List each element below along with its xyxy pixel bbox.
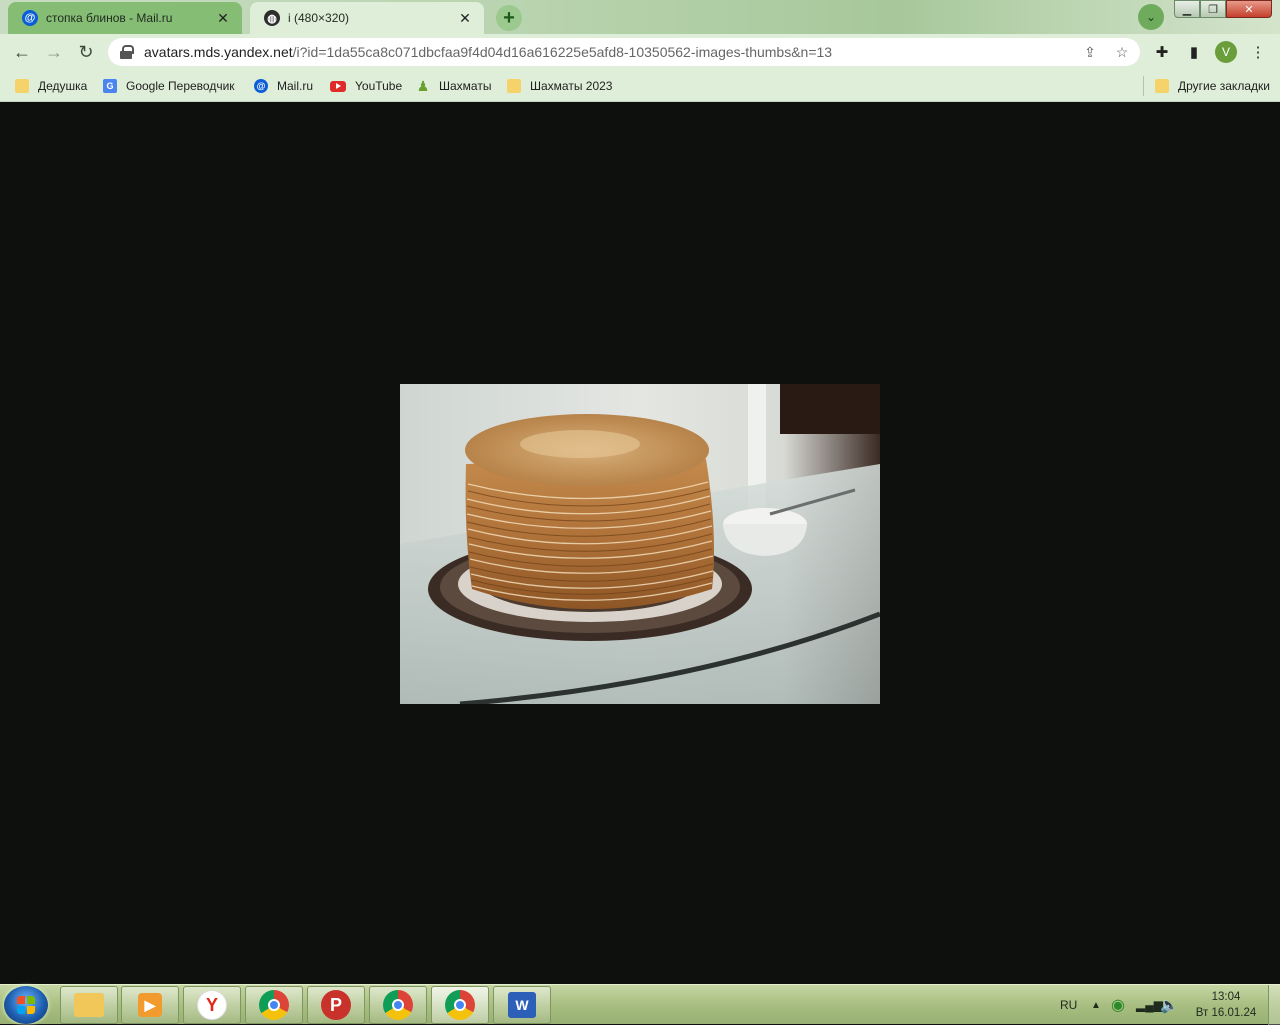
bookmark-label: YouTube (355, 79, 403, 93)
close-tab-icon[interactable]: ✕ (214, 9, 232, 27)
media-player-icon: ▶ (138, 993, 162, 1017)
minimize-button[interactable]: ▁ (1174, 0, 1200, 18)
yandex-browser-icon: Y (197, 990, 227, 1020)
browser-toolbar: ← → ↻ avatars.mds.yandex.net/i?id=1da55c… (0, 34, 1280, 70)
url-host: avatars.mds.yandex.net (144, 44, 293, 60)
windows-taskbar: ▶ Y P W RU ▲ ◉ ▂▄▆ 🔈 13:04 Вт 16.01.24 (0, 984, 1280, 1025)
reload-button[interactable]: ↻ (74, 40, 98, 64)
chrome-profile-icon (383, 990, 413, 1020)
bookmark-label: Дедушка (38, 79, 88, 93)
tab-search-button[interactable]: ⌄ (1138, 4, 1164, 30)
pancake-photo-illustration (400, 384, 880, 704)
bookmark-youtube[interactable]: YouTube (330, 76, 402, 96)
share-icon[interactable]: ⇪ (1080, 42, 1100, 62)
lock-icon[interactable] (120, 45, 134, 59)
folder-icon (1155, 79, 1169, 93)
page-viewport (0, 103, 1280, 984)
bookmark-folder-chess-2023[interactable]: Шахматы 2023 (507, 76, 612, 96)
bookmarks-separator (1143, 76, 1144, 96)
new-tab-button[interactable]: + (496, 5, 522, 31)
bookmark-folder-dedushka[interactable]: Дедушка (15, 76, 87, 96)
restore-button[interactable]: ❐ (1200, 0, 1226, 18)
bookmark-other-bookmarks[interactable]: Другие закладки (1155, 76, 1270, 96)
bookmark-google-translate[interactable]: G Google Переводчик (103, 76, 235, 96)
start-button[interactable] (4, 986, 48, 1024)
pancake-image[interactable] (400, 384, 880, 704)
bookmark-star-icon[interactable]: ☆ (1112, 42, 1132, 62)
bookmark-label: Шахматы (439, 79, 492, 93)
taskbar-yandex-browser[interactable]: Y (183, 986, 241, 1024)
tray-app-icon[interactable]: ◉ (1111, 985, 1125, 1025)
mailru-icon: @ (22, 10, 38, 26)
window-controls: ▁ ❐ ✕ (1174, 0, 1272, 18)
bookmark-label: Mail.ru (277, 79, 314, 93)
tab-title: стопка блинов - Mail.ru (46, 11, 173, 25)
close-window-button[interactable]: ✕ (1226, 0, 1272, 18)
tab-image[interactable]: ◍ i (480×320) ✕ (250, 2, 484, 34)
network-signal-icon[interactable]: ▂▄▆ (1136, 985, 1163, 1025)
bookmark-mailru[interactable]: @ Mail.ru (254, 76, 313, 96)
p-app-icon: P (321, 990, 351, 1020)
close-tab-icon[interactable]: ✕ (456, 9, 474, 27)
taskbar-p-app[interactable]: P (307, 986, 365, 1024)
folder-icon (15, 79, 29, 93)
tab-strip: @ стопка блинов - Mail.ru ✕ ◍ i (480×320… (0, 0, 1280, 34)
chess-pawn-icon: ♟ (416, 77, 430, 94)
back-button[interactable]: ← (10, 40, 34, 64)
explorer-icon (74, 993, 104, 1017)
chrome-icon (259, 990, 289, 1020)
taskbar-chrome-active[interactable] (431, 986, 489, 1024)
language-indicator[interactable]: RU (1060, 985, 1077, 1025)
word-icon: W (508, 992, 536, 1018)
taskbar-word[interactable]: W (493, 986, 551, 1024)
side-panel-icon[interactable]: ▮ (1183, 41, 1205, 63)
system-clock[interactable]: 13:04 Вт 16.01.24 (1190, 989, 1262, 1021)
forward-button[interactable]: → (42, 40, 66, 64)
bookmark-label: Шахматы 2023 (530, 79, 613, 93)
google-translate-icon: G (103, 79, 117, 93)
chrome-profile-v-icon (445, 990, 475, 1020)
globe-icon: ◍ (264, 10, 280, 26)
youtube-icon (330, 80, 346, 92)
folder-icon (507, 79, 521, 93)
mailru-icon: @ (254, 79, 268, 93)
bookmark-chess[interactable]: ♟ Шахматы (416, 76, 492, 96)
menu-icon[interactable]: ⋮ (1247, 41, 1269, 63)
tab-title: i (480×320) (288, 11, 350, 25)
profile-avatar[interactable]: V (1215, 41, 1237, 63)
taskbar-explorer[interactable] (60, 986, 118, 1024)
show-desktop-button[interactable] (1268, 985, 1280, 1025)
bookmarks-bar: Дедушка G Google Переводчик @ Mail.ru Yo… (0, 70, 1280, 102)
taskbar-chrome-profile[interactable] (369, 986, 427, 1024)
windows-logo-icon (17, 996, 35, 1014)
volume-icon[interactable]: 🔈 (1160, 985, 1179, 1025)
taskbar-media-player[interactable]: ▶ (121, 986, 179, 1024)
url-path: /i?id=1da55ca8c071dbcfaa9f4d04d16a616225… (292, 44, 833, 60)
bookmark-label: Google Переводчик (126, 79, 235, 93)
tab-mailru-search[interactable]: @ стопка блинов - Mail.ru ✕ (8, 2, 242, 34)
extensions-icon[interactable]: ✚ (1151, 41, 1173, 63)
show-hidden-icons-icon[interactable]: ▲ (1091, 985, 1101, 1025)
bookmark-label: Другие закладки (1178, 79, 1270, 93)
clock-time: 13:04 (1211, 991, 1241, 1003)
clock-date: Вт 16.01.24 (1195, 1007, 1257, 1019)
address-bar[interactable]: avatars.mds.yandex.net/i?id=1da55ca8c071… (108, 38, 1140, 66)
taskbar-chrome[interactable] (245, 986, 303, 1024)
